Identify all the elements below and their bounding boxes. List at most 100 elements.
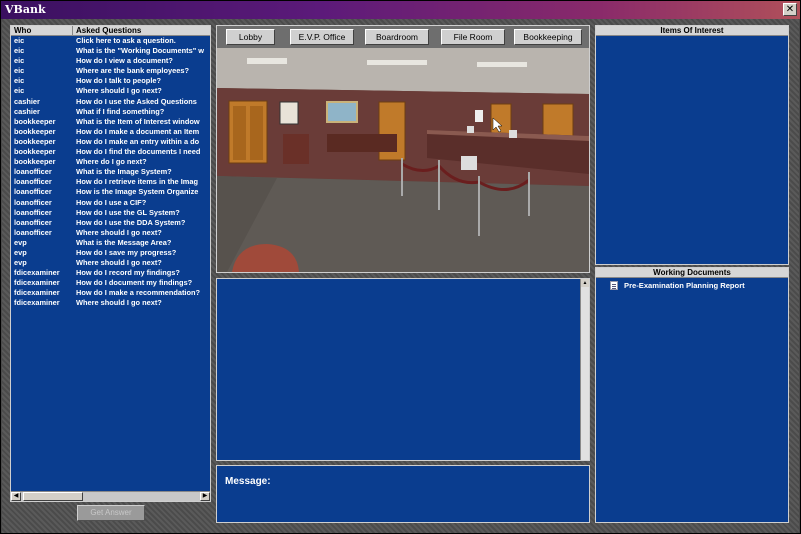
- question-row[interactable]: eic Where are the bank employees?: [11, 66, 210, 76]
- question-row[interactable]: loanofficer Where should I go next?: [11, 228, 210, 238]
- question-row[interactable]: cashier What if I find something?: [11, 107, 210, 117]
- message-label: Message:: [225, 476, 271, 487]
- asker-name: loanofficer: [14, 177, 52, 187]
- asker-name: cashier: [14, 106, 40, 116]
- question-text: How do I use the DDA System?: [76, 217, 186, 227]
- asker-name: evp: [14, 237, 27, 247]
- asker-name: bookkeeper: [14, 136, 56, 146]
- document-icon: [610, 281, 618, 290]
- scroll-right-icon[interactable]: ▶: [200, 492, 210, 501]
- question-row[interactable]: bookkeeper How do I find the documents I …: [11, 147, 210, 157]
- vertical-scrollbar[interactable]: ▲: [580, 279, 589, 460]
- asker-name: eic: [14, 36, 25, 45]
- asker-name: eic: [14, 46, 25, 56]
- asker-name: bookkeeper: [14, 157, 56, 167]
- question-text: How do I view a document?: [76, 56, 173, 66]
- scrollbar-thumb[interactable]: [23, 492, 83, 501]
- close-icon[interactable]: ✕: [783, 3, 797, 16]
- asker-name: loanofficer: [14, 207, 52, 217]
- question-row[interactable]: bookkeeper How do I make a document an It…: [11, 127, 210, 137]
- question-text: How do I save my progress?: [76, 247, 177, 257]
- question-row[interactable]: loanofficer How do I use the GL System?: [11, 208, 210, 218]
- question-row[interactable]: fdicexaminer How do I document my finding…: [11, 278, 210, 288]
- question-text: How do I use the Asked Questions: [76, 96, 197, 106]
- question-text: How do I record my findings?: [76, 268, 180, 278]
- question-text: How do I use the GL System?: [76, 207, 180, 217]
- question-row[interactable]: cashier How do I use the Asked Questions: [11, 97, 210, 107]
- question-row[interactable]: eic Where should I go next?: [11, 86, 210, 96]
- question-row[interactable]: loanofficer How do I use a CIF?: [11, 198, 210, 208]
- asker-name: bookkeeper: [14, 147, 56, 157]
- question-text: How do I talk to people?: [76, 76, 161, 86]
- bookkeeping-button[interactable]: Bookkeeping: [514, 29, 582, 45]
- window-title: VBank: [5, 3, 46, 16]
- asker-name: eic: [14, 66, 25, 76]
- asker-name: loanofficer: [14, 227, 52, 237]
- question-row[interactable]: fdicexaminer How do I make a recommendati…: [11, 288, 210, 298]
- conversation-area[interactable]: ▲: [216, 278, 590, 461]
- question-text: What is the "Working Documents" w: [76, 46, 205, 56]
- question-row[interactable]: fdicexaminer Where should I go next?: [11, 298, 210, 308]
- working-documents-panel: Working Documents Pre-Examination Planni…: [595, 267, 789, 523]
- vbank-window: VBank ✕ Who Asked Questions eic Click her…: [0, 0, 801, 534]
- asked-questions-panel: Who Asked Questions eic Click here to ask…: [10, 25, 211, 502]
- asker-name: bookkeeper: [14, 116, 56, 126]
- asker-name: fdicexaminer: [14, 288, 60, 298]
- question-row[interactable]: eic What is the "Working Documents" w: [11, 46, 210, 56]
- asker-name: bookkeeper: [14, 126, 56, 136]
- question-row[interactable]: loanofficer How do I use the DDA System?: [11, 218, 210, 228]
- question-row[interactable]: evp What is the Message Area?: [11, 238, 210, 248]
- question-text: How do I use a CIF?: [76, 197, 147, 207]
- question-row[interactable]: bookkeeper How do I make an entry within …: [11, 137, 210, 147]
- questions-list: eic Click here to ask a question. eic What …: [11, 36, 210, 491]
- document-title: Pre-Examination Planning Report: [624, 281, 745, 290]
- bank-lobby-scene[interactable]: Lobby E.V.P. Office Boardroom File Room …: [216, 25, 590, 273]
- asker-name: fdicexaminer: [14, 278, 60, 288]
- question-row[interactable]: bookkeeper Where do I go next?: [11, 157, 210, 167]
- question-text: How do I find the documents I need: [76, 147, 201, 157]
- asker-name: loanofficer: [14, 167, 52, 177]
- question-row[interactable]: loanofficer What is the Image System?: [11, 167, 210, 177]
- question-text: Where should I go next?: [76, 86, 162, 96]
- asker-name: eic: [14, 76, 25, 86]
- question-row[interactable]: evp Where should I go next?: [11, 258, 210, 268]
- document-item[interactable]: Pre-Examination Planning Report: [610, 281, 788, 290]
- asker-name: eic: [14, 86, 25, 96]
- file-room-button[interactable]: File Room: [441, 29, 505, 45]
- question-text: What if I find something?: [76, 106, 165, 116]
- scroll-up-icon[interactable]: ▲: [581, 279, 589, 287]
- question-row[interactable]: eic How do I talk to people?: [11, 76, 210, 86]
- question-row[interactable]: eic Click here to ask a question.: [11, 36, 210, 46]
- question-row[interactable]: loanofficer How is the Image System Organ…: [11, 187, 210, 197]
- message-area[interactable]: Message:: [216, 465, 590, 523]
- question-text: How do I document my findings?: [76, 278, 193, 288]
- get-answer-button[interactable]: Get Answer: [77, 505, 145, 521]
- question-row[interactable]: eic How do I view a document?: [11, 56, 210, 66]
- asker-name: fdicexaminer: [14, 268, 60, 278]
- horizontal-scrollbar[interactable]: ◀ ▶: [11, 491, 210, 501]
- question-text: Where are the bank employees?: [76, 66, 189, 76]
- asker-name: evp: [14, 247, 27, 257]
- evp-office-button[interactable]: E.V.P. Office: [290, 29, 354, 45]
- question-text: What is the Image System?: [76, 167, 172, 177]
- asker-name: loanofficer: [14, 187, 52, 197]
- title-bar: VBank ✕: [1, 1, 800, 19]
- asker-name: loanofficer: [14, 217, 52, 227]
- question-text: How do I retrieve items in the Imag: [76, 177, 198, 187]
- scroll-left-icon[interactable]: ◀: [11, 492, 21, 501]
- question-text: Where should I go next?: [76, 227, 162, 237]
- question-row[interactable]: evp How do I save my progress?: [11, 248, 210, 258]
- who-column-header[interactable]: Who: [11, 26, 73, 35]
- asker-name: evp: [14, 258, 27, 268]
- question-text: How do I make a recommendation?: [76, 288, 201, 298]
- questions-column-header[interactable]: Asked Questions: [73, 26, 210, 35]
- question-row[interactable]: loanofficer How do I retrieve items in th…: [11, 177, 210, 187]
- boardroom-button[interactable]: Boardroom: [365, 29, 429, 45]
- asker-name: cashier: [14, 96, 40, 106]
- items-of-interest-header: Items Of Interest: [596, 26, 788, 36]
- asker-name: eic: [14, 56, 25, 66]
- question-row[interactable]: bookkeeper What is the Item of Interest w…: [11, 117, 210, 127]
- question-row[interactable]: fdicexaminer How do I record my findings?: [11, 268, 210, 278]
- working-documents-header: Working Documents: [596, 268, 788, 278]
- lobby-button[interactable]: Lobby: [226, 29, 275, 45]
